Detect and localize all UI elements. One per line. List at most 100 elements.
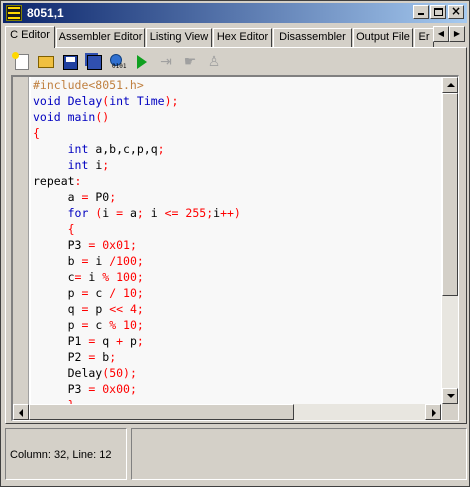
tab-output-file[interactable]: Output File: [353, 28, 413, 47]
code-line[interactable]: void Delay(int Time);: [31, 93, 441, 109]
code-token: 0x00: [102, 382, 130, 396]
code-line[interactable]: P3 = 0x00;: [31, 381, 441, 397]
code-line[interactable]: void main(): [31, 109, 441, 125]
vertical-scroll-thumb[interactable]: [442, 93, 458, 296]
code-token: c: [95, 318, 110, 332]
title-bar[interactable]: 8051,1 ×: [3, 3, 467, 23]
editor-toolbar: 0101 ⇥ ☛ ♙: [11, 51, 227, 73]
code-token: <<: [109, 302, 130, 316]
code-line[interactable]: a = P0;: [31, 189, 441, 205]
code-token: ;: [136, 206, 151, 220]
code-token: P0: [95, 190, 110, 204]
code-token: 10: [123, 286, 137, 300]
code-line[interactable]: P1 = q + p;: [31, 333, 441, 349]
editor-gutter: [13, 77, 29, 404]
code-token: ;: [136, 318, 144, 332]
code-token: P3: [33, 382, 89, 396]
code-token: ;: [136, 302, 144, 316]
app-icon[interactable]: [6, 5, 22, 21]
code-token: =: [74, 270, 89, 284]
code-line[interactable]: c= i % 100;: [31, 269, 441, 285]
code-token: /: [109, 286, 124, 300]
scroll-down-button[interactable]: [442, 388, 458, 404]
step-over-button[interactable]: ⇥: [155, 51, 177, 73]
code-line[interactable]: p = c / 10;: [31, 285, 441, 301]
code-token: ;: [136, 334, 144, 348]
code-token: 100: [116, 270, 137, 284]
code-token: main: [67, 110, 96, 124]
step-out-button[interactable]: ♙: [203, 51, 225, 73]
tab-errors[interactable]: Er: [414, 28, 434, 47]
compile-button[interactable]: 0101: [107, 51, 129, 73]
save-all-button[interactable]: [83, 51, 105, 73]
code-line[interactable]: b = i /100;: [31, 253, 441, 269]
code-token: c: [33, 270, 75, 284]
save-icon: [62, 54, 78, 70]
horizontal-scrollbar[interactable]: [13, 404, 441, 420]
status-bar: Column: 32, Line: 12: [5, 428, 467, 484]
code-token: (): [95, 110, 110, 124]
code-line[interactable]: repeat:: [31, 173, 441, 189]
code-token: i: [88, 270, 103, 284]
code-token: :: [74, 174, 82, 188]
code-line[interactable]: Delay(50);: [31, 365, 441, 381]
code-token: i: [102, 206, 117, 220]
arrow-right-icon: ▶: [453, 29, 461, 38]
code-token: #include<8051.h>: [33, 78, 144, 92]
open-file-icon: [38, 56, 54, 68]
code-token: b: [33, 254, 82, 268]
tab-c-editor[interactable]: C Editor: [5, 26, 55, 48]
tab-hex-editor[interactable]: Hex Editor: [213, 28, 272, 47]
open-file-button[interactable]: [35, 51, 57, 73]
code-line[interactable]: {: [31, 125, 441, 141]
code-line[interactable]: P2 = b;: [31, 349, 441, 365]
code-line[interactable]: p = c % 10;: [31, 317, 441, 333]
code-token: i: [150, 206, 165, 220]
code-line[interactable]: int i;: [31, 157, 441, 173]
step-into-button[interactable]: ☛: [179, 51, 201, 73]
code-line[interactable]: }: [31, 397, 441, 404]
code-token: =: [81, 302, 96, 316]
vertical-scrollbar[interactable]: [442, 77, 458, 404]
close-button[interactable]: ×: [448, 4, 464, 19]
code-token: q: [33, 302, 82, 316]
code-line[interactable]: #include<8051.h>: [31, 77, 441, 93]
code-token: =: [81, 318, 96, 332]
code-line[interactable]: int a,b,c,p,q;: [31, 141, 441, 157]
code-token: P1: [33, 334, 89, 348]
tab-disassembler[interactable]: Disassembler: [273, 28, 352, 47]
code-token: a,b,c,p,q: [95, 142, 158, 156]
maximize-button[interactable]: [430, 5, 446, 19]
code-token: repeat: [33, 174, 75, 188]
code-token: a: [33, 190, 82, 204]
new-file-button[interactable]: [11, 51, 33, 73]
code-token: =: [116, 206, 130, 220]
tab-listing-view[interactable]: Listing View: [146, 28, 212, 47]
scroll-right-button[interactable]: [425, 404, 441, 420]
horizontal-scroll-thumb[interactable]: [29, 404, 294, 420]
code-token: 100: [116, 254, 137, 268]
tab-scroll-left-button[interactable]: ◀: [433, 26, 449, 42]
run-icon: [137, 55, 147, 69]
scroll-left-button[interactable]: [13, 404, 29, 420]
maximize-icon: [434, 8, 443, 16]
new-file-icon: [12, 52, 29, 70]
scroll-up-button[interactable]: [442, 77, 458, 93]
save-button[interactable]: [59, 51, 81, 73]
code-area[interactable]: #include<8051.h> void Delay(int Time); voi…: [31, 77, 441, 404]
run-button[interactable]: [131, 51, 153, 73]
tab-scroll-right-button[interactable]: ▶: [449, 26, 465, 42]
save-all-icon: [86, 54, 102, 70]
step-out-icon: ♙: [207, 54, 221, 70]
minimize-button[interactable]: [413, 5, 429, 19]
code-line[interactable]: {: [31, 221, 441, 237]
code-line[interactable]: P3 = 0x01;: [31, 237, 441, 253]
code-token: p: [129, 334, 137, 348]
code-editor[interactable]: #include<8051.h> void Delay(int Time); voi…: [11, 75, 459, 421]
code-line[interactable]: for (i = a; i <= 255;i++): [31, 205, 441, 221]
code-token: +: [116, 334, 130, 348]
tab-assembler-editor[interactable]: Assembler Editor: [56, 28, 145, 47]
arrow-down-icon: [447, 394, 455, 398]
compile-icon: 0101: [109, 54, 127, 70]
code-line[interactable]: q = p << 4;: [31, 301, 441, 317]
